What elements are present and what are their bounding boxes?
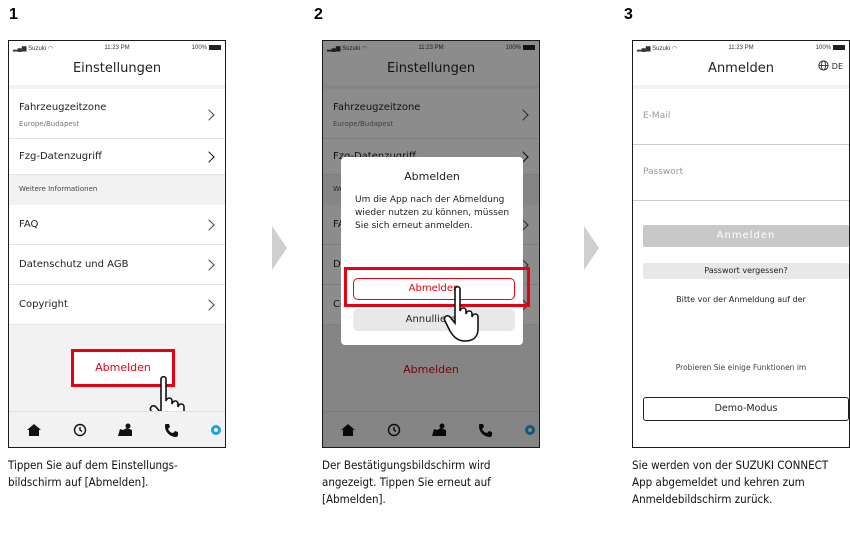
step-number: 2: [314, 6, 323, 23]
settings-row-timezone[interactable]: Fahrzeugzeitzone Europe/Budapest: [9, 89, 225, 139]
phone-icon[interactable]: [163, 422, 179, 438]
step-caption: Der Bestätigungsbildschirm wird angezeig…: [322, 458, 491, 506]
tab-bar: [9, 411, 225, 447]
row-sublabel: Europe/Budapest: [19, 120, 80, 128]
chevron-right-icon: [203, 109, 215, 121]
password-placeholder: Passwort: [643, 167, 684, 177]
next-step-arrow: [584, 226, 599, 270]
dialog-message: Um die App nach der Abmeldung wieder nut…: [355, 195, 510, 231]
row-label: Datenschutz und AGB: [19, 259, 129, 270]
page-title: Anmelden: [708, 61, 774, 76]
step-caption: Tippen Sie auf dem Einstellungs-bildschi…: [8, 458, 178, 489]
demo-mode-button[interactable]: Demo-Modus: [643, 397, 849, 421]
chevron-right-icon: [203, 151, 215, 163]
battery-icon: [209, 45, 221, 50]
next-step-arrow: [272, 226, 287, 270]
page-title: Einstellungen: [72, 61, 162, 76]
chevron-right-icon: [203, 219, 215, 231]
battery-icon: [833, 45, 845, 50]
settings-row-faq[interactable]: FAQ: [9, 205, 225, 245]
home-icon[interactable]: [26, 422, 42, 438]
globe-icon: [818, 60, 829, 71]
tap-hand-icon: [443, 285, 479, 342]
phone-screen-settings: ▂▄▆ Suzuki ◠ 11:23 PM 100% Einstellungen…: [8, 40, 226, 448]
battery-indicator: 100%: [816, 45, 845, 51]
chevron-right-icon: [203, 259, 215, 271]
battery-indicator: 100%: [192, 45, 221, 51]
settings-row-copyright[interactable]: Copyright: [9, 285, 225, 325]
settings-row-privacy[interactable]: Datenschutz und AGB: [9, 245, 225, 285]
row-label: Copyright: [19, 299, 68, 310]
login-button[interactable]: Anmelden: [643, 225, 849, 247]
login-notice-text: Bitte vor der Anmeldung auf der: [676, 295, 806, 304]
section-header: Weitere Informationen: [9, 175, 225, 205]
status-bar: ▂▄▆ Suzuki ◠ 11:23 PM 100%: [633, 41, 849, 55]
language-selector[interactable]: DE: [818, 60, 843, 71]
row-label: Fahrzeugzeitzone: [19, 102, 107, 113]
phone-screen-confirm: ▂▄▆ Suzuki ◠ 11:23 PM 100% Einstellungen…: [322, 40, 540, 448]
step-caption: Sie werden von der SUZUKI CONNECT App ab…: [632, 458, 829, 506]
step-number: 3: [624, 6, 633, 23]
history-icon[interactable]: [72, 422, 88, 438]
row-label: FAQ: [19, 219, 39, 230]
phone-screen-login: ▂▄▆ Suzuki ◠ 11:23 PM 100% Anmelden DE E…: [632, 40, 850, 448]
forgot-password-button[interactable]: Passwort vergessen?: [643, 263, 849, 279]
chevron-right-icon: [203, 299, 215, 311]
settings-icon[interactable]: [208, 422, 224, 438]
dialog-title: Abmelden: [404, 170, 460, 183]
status-bar: ▂▄▆ Suzuki ◠ 11:23 PM 100%: [9, 41, 225, 55]
demo-hint-text: Probieren Sie einige Funktionen im: [675, 363, 807, 372]
map-icon[interactable]: [117, 422, 133, 438]
email-placeholder: E-Mail: [643, 111, 671, 121]
step-number: 1: [9, 6, 18, 23]
email-field[interactable]: E-Mail: [633, 89, 849, 145]
logout-dialog: Abmelden Um die App nach der Abmeldung w…: [341, 157, 523, 345]
password-field[interactable]: Passwort: [633, 145, 849, 201]
language-code: DE: [831, 62, 843, 71]
highlight-box: [344, 267, 530, 307]
settings-row-data-access[interactable]: Fzg-Datenzugriff: [9, 139, 225, 175]
row-label: Fzg-Datenzugriff: [19, 151, 102, 162]
